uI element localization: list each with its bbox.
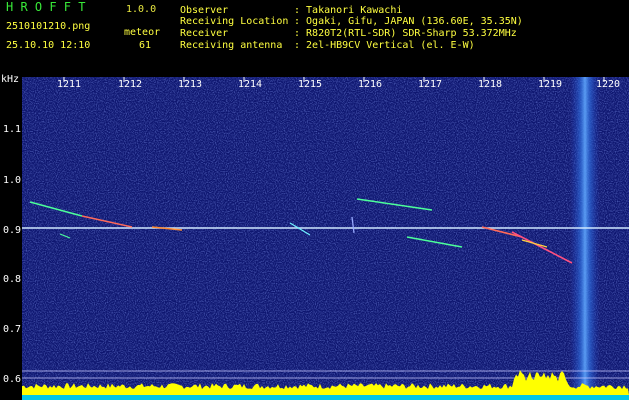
x-tick-label: 1212 <box>118 79 143 90</box>
y-tick-label: 0.9 <box>3 225 22 236</box>
header-panel: H R O F F T 1.0.0 2510101210.png 25.10.1… <box>0 0 629 74</box>
app-version: 1.0.0 <box>126 4 157 15</box>
spectrogram <box>22 77 629 400</box>
x-tick-label: 1216 <box>358 79 383 90</box>
amplitude-baseline <box>22 395 629 400</box>
y-tick-label: 1.0 <box>3 175 22 186</box>
y-tick-label: 0.6 <box>3 374 22 385</box>
x-tick-label: 1219 <box>538 79 563 90</box>
receiver-label: Receiver <box>180 28 229 39</box>
x-tick-label: 1217 <box>418 79 443 90</box>
x-tick-label: 1214 <box>238 79 263 90</box>
x-tick-label: 1211 <box>57 79 82 90</box>
y-tick-label: 0.7 <box>3 324 22 335</box>
file-name: 2510101210.png <box>6 21 91 32</box>
location-value: : Ogaki, Gifu, JAPAN (136.60E, 35.35N) <box>294 16 523 27</box>
meteor-count: 61 <box>139 40 152 51</box>
observer-label: Observer <box>180 5 229 16</box>
app-title: H R O F F T <box>6 0 86 14</box>
x-tick-label: 1220 <box>596 79 621 90</box>
noise-layer <box>22 77 629 400</box>
spectrogram-canvas <box>22 77 629 400</box>
x-tick-label: 1218 <box>478 79 503 90</box>
meteor-label: meteor <box>124 27 161 38</box>
antenna-label: Receiving antenna <box>180 40 283 51</box>
x-tick-label: 1213 <box>178 79 203 90</box>
y-unit-label: kHz <box>1 74 20 85</box>
y-tick-label: 0.8 <box>3 274 22 285</box>
file-datetime: 25.10.10 12:10 <box>6 40 91 51</box>
antenna-value: : 2el-HB9CV Vertical (el. E-W) <box>294 40 475 51</box>
y-tick-label: 1.1 <box>3 124 22 135</box>
x-tick-label: 1215 <box>298 79 323 90</box>
location-label: Receiving Location <box>180 16 289 27</box>
receiver-value: : R820T2(RTL-SDR) SDR-Sharp 53.372MHz <box>294 28 517 39</box>
interference-band <box>570 77 600 400</box>
observer-value: : Takanori Kawachi <box>294 5 403 16</box>
